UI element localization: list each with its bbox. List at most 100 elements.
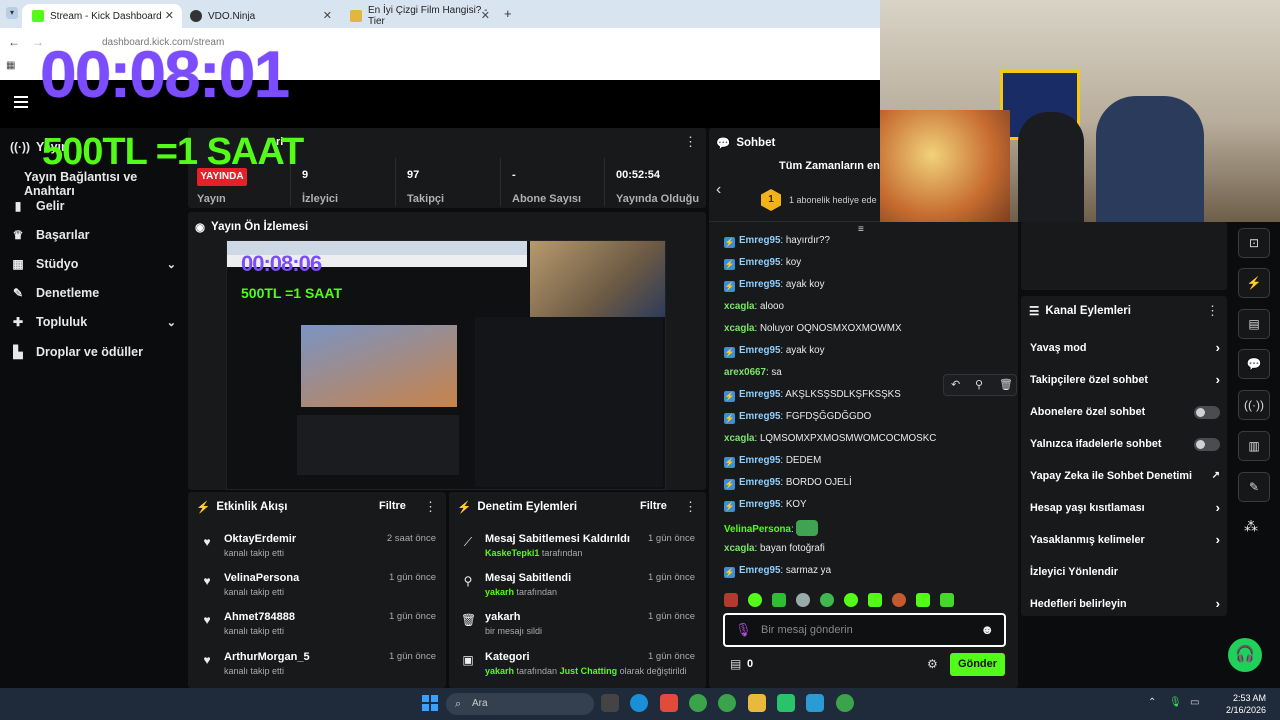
emote-icon[interactable] xyxy=(916,593,930,607)
sidebar-item-denetleme[interactable]: ✎ Denetleme xyxy=(10,286,176,300)
stream-preview-video[interactable]: 00:08:06 500TL =1 SAAT xyxy=(226,240,666,490)
store-icon[interactable] xyxy=(601,694,619,712)
channel-action-item[interactable]: Yasaklanmış kelimeler › xyxy=(1030,532,1220,548)
toggle-switch[interactable] xyxy=(1194,438,1220,451)
chat-message[interactable]: ⚡ Emreg95: DEDEM xyxy=(724,454,821,468)
chat-username[interactable]: xcagla xyxy=(724,433,755,444)
chat-bubble-icon[interactable]: 💬 xyxy=(1238,349,1270,379)
chat-message[interactable]: xcagla: alooo xyxy=(724,300,784,314)
emote-icon[interactable] xyxy=(820,593,834,607)
moderation-filter-button[interactable]: Filtre xyxy=(640,500,667,512)
wrench-icon[interactable]: ✎ xyxy=(1238,472,1270,502)
channel-action-item[interactable]: Abonelere özel sohbet xyxy=(1030,404,1220,420)
camera-icon[interactable]: ⊡ xyxy=(1238,228,1270,258)
sidebar-item-studyo[interactable]: ▦ Stüdyo ⌄ xyxy=(10,257,176,271)
emote-icon[interactable] xyxy=(772,593,786,607)
sidebar-item-stream-key[interactable]: Yayın Bağlantısı ve Anahtarı xyxy=(24,170,190,198)
chat-username[interactable]: Emreg95 xyxy=(739,235,780,246)
chat-input-box[interactable]: 🎙 Bir mesaj gönderin ☻ xyxy=(723,613,1006,647)
clock-date[interactable]: 2/16/2026 xyxy=(1220,705,1266,715)
chat-input-placeholder[interactable]: Bir mesaj gönderin xyxy=(761,624,853,636)
start-button[interactable] xyxy=(422,695,438,711)
channel-action-item[interactable]: Yavaş mod › xyxy=(1030,340,1220,356)
settings-gear-icon[interactable]: ⚙ xyxy=(927,657,938,671)
lightning-icon[interactable]: ⚡ xyxy=(1238,268,1270,298)
chat-username[interactable]: Emreg95 xyxy=(739,257,780,268)
sidebar-item-topluluk[interactable]: ✚ Topluluk ⌄ xyxy=(10,315,176,329)
more-options-icon[interactable]: ⋮ xyxy=(684,134,697,150)
more-options-icon[interactable]: ⋮ xyxy=(424,499,437,515)
chevron-left-icon[interactable]: ‹ xyxy=(716,181,721,199)
sidebar-item-gelir[interactable]: ▮ Gelir xyxy=(10,199,176,213)
new-tab-button[interactable]: + xyxy=(504,6,512,21)
support-headset-button[interactable]: 🎧 xyxy=(1228,638,1262,672)
chrome-icon[interactable] xyxy=(718,694,736,712)
points-icon[interactable]: ▤ xyxy=(730,657,741,671)
emote-icon[interactable] xyxy=(892,593,906,607)
chat-username[interactable]: Emreg95 xyxy=(739,499,780,510)
sidebar-item-basarilar[interactable]: ♛ Başarılar xyxy=(10,228,176,242)
chat-message[interactable]: xcagla: bayan fotoğrafi xyxy=(724,542,825,556)
chat-username[interactable]: xcagla xyxy=(724,543,755,554)
apps-icon[interactable]: ▦ xyxy=(6,60,15,71)
more-options-icon[interactable]: ⋮ xyxy=(684,499,697,515)
chat-message[interactable]: arex0667: sa xyxy=(724,366,782,380)
chat-username[interactable]: VelinaPersona xyxy=(724,524,791,535)
channel-action-item[interactable]: Hedefleri belirleyin › xyxy=(1030,596,1220,612)
chat-username[interactable]: Emreg95 xyxy=(739,345,780,356)
chat-username[interactable]: Emreg95 xyxy=(739,455,780,466)
close-tab-icon[interactable]: ✕ xyxy=(323,9,332,22)
chat-username[interactable]: xcagla xyxy=(724,301,755,312)
back-arrow-icon[interactable]: ← xyxy=(8,35,20,49)
chat-message[interactable]: VelinaPersona: xyxy=(724,520,819,536)
chat-message[interactable]: ⚡ Emreg95: KOY xyxy=(724,498,807,512)
chat-message[interactable]: ⚡ Emreg95: hayırdır?? xyxy=(724,234,830,248)
more-options-icon[interactable]: ⋮ xyxy=(1206,303,1219,319)
emote-icon[interactable] xyxy=(724,593,738,607)
microphone-icon[interactable]: 🎙 xyxy=(735,622,752,638)
layout-icon[interactable]: ▥ xyxy=(1238,431,1270,461)
emote-icon[interactable] xyxy=(868,593,882,607)
close-tab-icon[interactable]: ✕ xyxy=(165,9,174,22)
taskbar-search[interactable]: ⌕ Ara xyxy=(446,693,594,715)
chat-username[interactable]: Emreg95 xyxy=(739,565,780,576)
file-explorer-icon[interactable] xyxy=(748,694,766,712)
toggle-switch[interactable] xyxy=(1194,406,1220,419)
emote-icon[interactable] xyxy=(940,593,954,607)
chat-message[interactable]: xcagla: LQMSOMXPXMOSMWOMCOCMOSKC xyxy=(724,432,936,446)
edge-icon[interactable] xyxy=(630,694,648,712)
undo-icon[interactable]: ↶ xyxy=(951,378,960,391)
chat-username[interactable]: xcagla xyxy=(724,323,755,334)
channel-action-item[interactable]: Takipçilere özel sohbet › xyxy=(1030,372,1220,388)
trash-icon[interactable]: 🗑 xyxy=(999,378,1013,391)
chat-message[interactable]: ⚡ Emreg95: ayak koy xyxy=(724,278,825,292)
recorder-icon[interactable] xyxy=(660,694,678,712)
chat-username[interactable]: Emreg95 xyxy=(739,389,780,400)
chat-message[interactable]: ⚡ Emreg95: koy xyxy=(724,256,801,270)
microphone-icon[interactable]: 🎙 xyxy=(1169,697,1182,708)
filter-lines-icon[interactable]: ≡ xyxy=(858,224,864,235)
chat-message[interactable]: ⚡ Emreg95: ayak koy xyxy=(724,344,825,358)
tab-vdo-ninja[interactable]: VDO.Ninja ✕ xyxy=(180,4,340,28)
channel-action-item[interactable]: İzleyici Yönlendir xyxy=(1030,564,1220,580)
chat-username[interactable]: Emreg95 xyxy=(739,477,780,488)
network-icon[interactable]: ▭ xyxy=(1190,697,1199,708)
tab-search-button[interactable]: ▾ xyxy=(6,7,18,19)
emote-icon[interactable] xyxy=(844,593,858,607)
hamburger-menu-icon[interactable] xyxy=(14,96,28,108)
chat-message[interactable]: ⚡ Emreg95: FGFDŞĞGDĞGDO xyxy=(724,410,871,424)
pin-icon[interactable]: ⚲ xyxy=(975,378,983,391)
chat-message[interactable]: ⚡ Emreg95: BORDO OJELİ xyxy=(724,476,852,490)
send-button[interactable]: Gönder xyxy=(950,653,1005,676)
notes-icon[interactable]: ▤ xyxy=(1238,309,1270,339)
sidebar-item-droplar[interactable]: ▙ Droplar ve ödüller xyxy=(10,345,176,359)
channel-action-item[interactable]: Hesap yaşı kısıtlaması › xyxy=(1030,500,1220,516)
emote-icon[interactable] xyxy=(748,593,762,607)
chat-username[interactable]: arex0667 xyxy=(724,367,766,378)
chat-message[interactable]: ⚡ Emreg95: sarmaz ya xyxy=(724,564,831,578)
tray-chevron-icon[interactable]: ⌃ xyxy=(1148,697,1156,708)
tab-tierlist[interactable]: En İyi Çizgi Film Hangisi? - Tier ✕ xyxy=(340,4,498,28)
clock-time[interactable]: 2:53 AM xyxy=(1228,693,1266,703)
channel-action-item[interactable]: Yapay Zeka ile Sohbet Denetimi ↗ xyxy=(1030,468,1220,484)
close-tab-icon[interactable]: ✕ xyxy=(481,9,490,22)
